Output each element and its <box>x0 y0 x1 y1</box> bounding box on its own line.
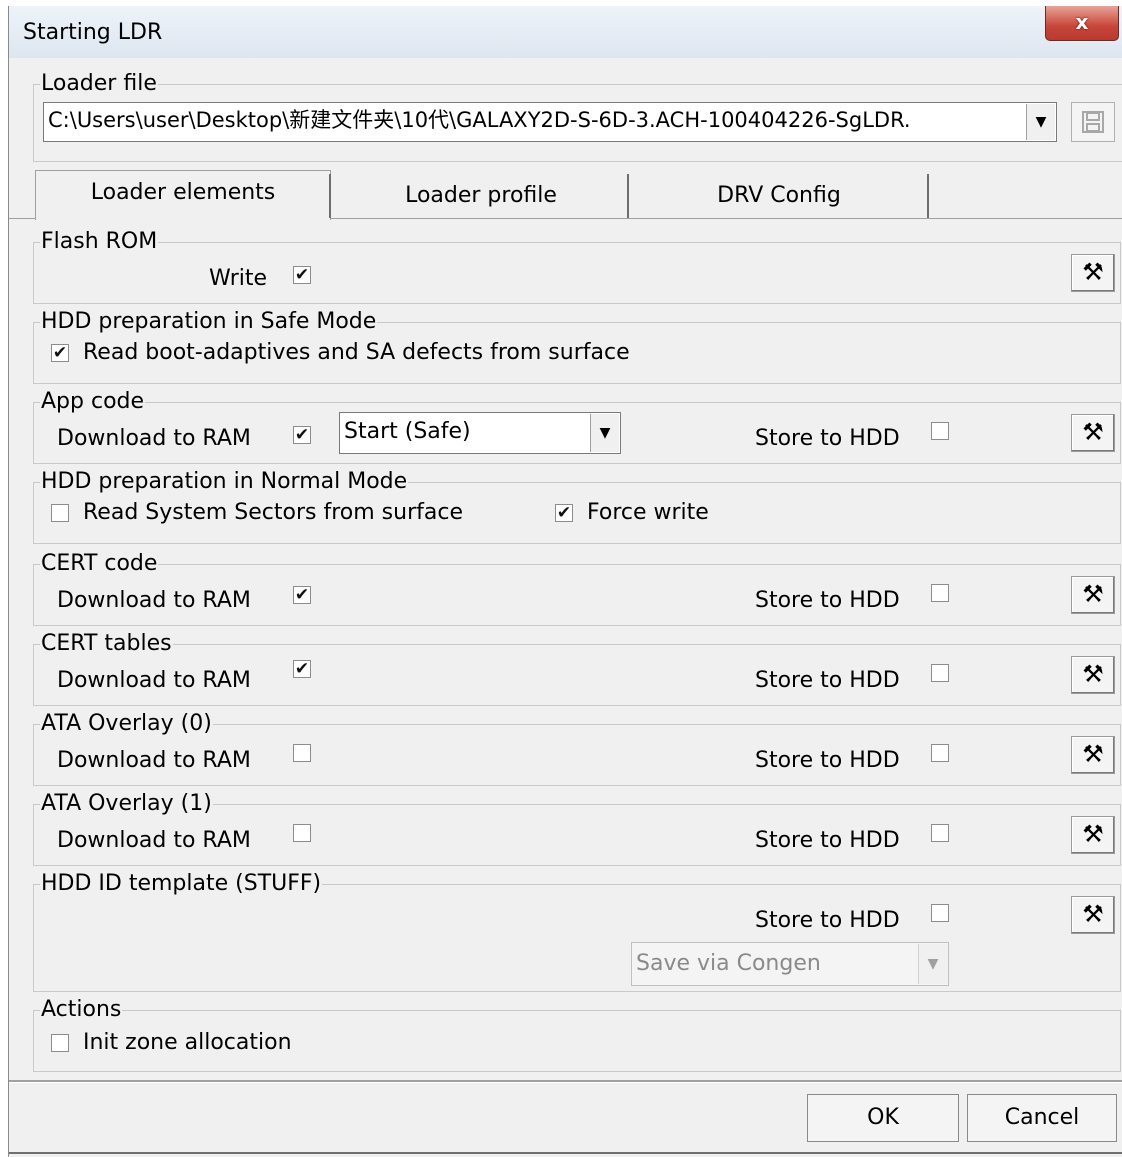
app-code-store-checkbox[interactable] <box>931 422 949 440</box>
tools-icon: ⚒ <box>1082 900 1104 928</box>
flash-rom-write-label: Write <box>209 266 268 291</box>
cancel-button[interactable]: Cancel <box>967 1094 1117 1142</box>
cert-code-download-label: Download to RAM <box>57 588 251 613</box>
cert-tables-download-label: Download to RAM <box>57 668 251 693</box>
hdd-normal-force-checkbox[interactable] <box>555 504 573 522</box>
hdd-id-tools-button[interactable]: ⚒ <box>1071 896 1115 934</box>
tools-icon: ⚒ <box>1082 580 1104 608</box>
ata-overlay-1-legend: ATA Overlay (1) <box>40 791 213 817</box>
loader-file-path: C:\Users\user\Desktop\新建文件夹\10代\GALAXY2D… <box>48 108 911 132</box>
actions-init-checkbox[interactable] <box>51 1034 69 1052</box>
tools-icon: ⚒ <box>1082 660 1104 688</box>
cert-tables-tools-button[interactable]: ⚒ <box>1071 656 1115 694</box>
hdd-normal-legend: HDD preparation in Normal Mode <box>40 469 409 495</box>
hdd-id-store-label: Store to HDD <box>755 908 900 933</box>
loader-file-legend: Loader file <box>40 71 158 97</box>
floppy-disk-icon[interactable] <box>1071 102 1115 142</box>
tab-separator <box>927 174 929 218</box>
window-title: Starting LDR <box>23 20 163 45</box>
cancel-button-label: Cancel <box>1004 1105 1080 1130</box>
ata-overlay-1-store-label: Store to HDD <box>755 828 900 853</box>
actions-legend: Actions <box>40 997 123 1023</box>
ata-overlay-1-store-checkbox[interactable] <box>931 824 949 842</box>
cert-tables-store-checkbox[interactable] <box>931 664 949 682</box>
hdd-normal-read-checkbox[interactable] <box>51 504 69 522</box>
footer-separator <box>9 1080 1122 1083</box>
close-button[interactable]: x <box>1045 6 1119 41</box>
cert-code-download-checkbox[interactable] <box>293 586 311 604</box>
window-bottom-border <box>9 1152 1122 1154</box>
hdd-normal-force-label: Force write <box>587 500 709 525</box>
flash-rom-legend: Flash ROM <box>40 229 159 255</box>
ata-overlay-0-legend: ATA Overlay (0) <box>40 711 213 737</box>
flash-rom-write-checkbox[interactable] <box>293 266 311 284</box>
ata-overlay-1-tools-button[interactable]: ⚒ <box>1071 816 1115 854</box>
hdd-id-group: HDD ID template (STUFF) <box>33 871 1121 992</box>
tab-drv-config-label: DRV Config <box>717 183 841 208</box>
ata-overlay-0-store-checkbox[interactable] <box>931 744 949 762</box>
chevron-down-icon: ▼ <box>1026 104 1055 140</box>
tab-loader-elements-label: Loader elements <box>90 180 276 205</box>
cert-code-legend: CERT code <box>40 551 159 577</box>
flash-rom-group: Flash ROM <box>33 229 1121 304</box>
hdd-id-legend: HDD ID template (STUFF) <box>40 871 323 897</box>
app-code-legend: App code <box>40 389 146 415</box>
app-code-mode-select[interactable]: Start (Safe) ▼ <box>339 412 621 454</box>
hdd-safe-read-checkbox[interactable] <box>51 344 69 362</box>
ok-button[interactable]: OK <box>807 1094 959 1142</box>
tools-icon: ⚒ <box>1082 740 1104 768</box>
chevron-down-icon: ▼ <box>590 414 619 452</box>
ata-overlay-0-tools-button[interactable]: ⚒ <box>1071 736 1115 774</box>
tab-loader-profile-label: Loader profile <box>405 183 557 208</box>
loader-file-select[interactable]: C:\Users\user\Desktop\新建文件夹\10代\GALAXY2D… <box>43 102 1057 142</box>
ata-overlay-0-store-label: Store to HDD <box>755 748 900 773</box>
tools-icon: ⚒ <box>1082 258 1104 286</box>
dialog-window: Starting LDR x Loader file C:\Users\user… <box>8 6 1122 1157</box>
tools-icon: ⚒ <box>1082 820 1104 848</box>
flash-rom-tools-button[interactable]: ⚒ <box>1071 254 1115 292</box>
actions-init-label: Init zone allocation <box>83 1030 292 1055</box>
title-bar: Starting LDR x <box>9 6 1122 58</box>
cert-tables-download-checkbox[interactable] <box>293 660 311 678</box>
tab-separator <box>627 174 629 218</box>
tools-icon: ⚒ <box>1082 418 1104 446</box>
app-code-store-label: Store to HDD <box>755 426 900 451</box>
hdd-id-store-checkbox[interactable] <box>931 904 949 922</box>
hdd-id-save-select[interactable]: Save via Congen ▼ <box>631 942 949 986</box>
hdd-id-save-value: Save via Congen <box>636 951 821 976</box>
tab-drv-config[interactable]: DRV Config <box>631 174 927 218</box>
app-code-tools-button[interactable]: ⚒ <box>1071 414 1115 452</box>
ok-button-label: OK <box>867 1105 899 1130</box>
cert-code-store-label: Store to HDD <box>755 588 900 613</box>
ata-overlay-1-download-checkbox[interactable] <box>293 824 311 842</box>
cert-tables-legend: CERT tables <box>40 631 173 657</box>
hdd-safe-read-label: Read boot-adaptives and SA defects from … <box>83 340 630 365</box>
ata-overlay-0-download-checkbox[interactable] <box>293 744 311 762</box>
app-code-download-label: Download to RAM <box>57 426 251 451</box>
chevron-down-icon: ▼ <box>918 944 947 984</box>
hdd-normal-read-label: Read System Sectors from surface <box>83 500 463 525</box>
hdd-safe-legend: HDD preparation in Safe Mode <box>40 309 378 335</box>
tab-loader-elements[interactable]: Loader elements <box>35 170 331 220</box>
tab-separator <box>329 174 331 218</box>
app-code-download-checkbox[interactable] <box>293 426 311 444</box>
ata-overlay-1-download-label: Download to RAM <box>57 828 251 853</box>
cert-tables-store-label: Store to HDD <box>755 668 900 693</box>
dialog-body: Loader file C:\Users\user\Desktop\新建文件夹\… <box>9 58 1122 1157</box>
ata-overlay-0-download-label: Download to RAM <box>57 748 251 773</box>
cert-code-store-checkbox[interactable] <box>931 584 949 602</box>
tab-loader-profile[interactable]: Loader profile <box>333 174 629 218</box>
cert-code-tools-button[interactable]: ⚒ <box>1071 576 1115 614</box>
app-code-mode-value: Start (Safe) <box>344 419 471 444</box>
